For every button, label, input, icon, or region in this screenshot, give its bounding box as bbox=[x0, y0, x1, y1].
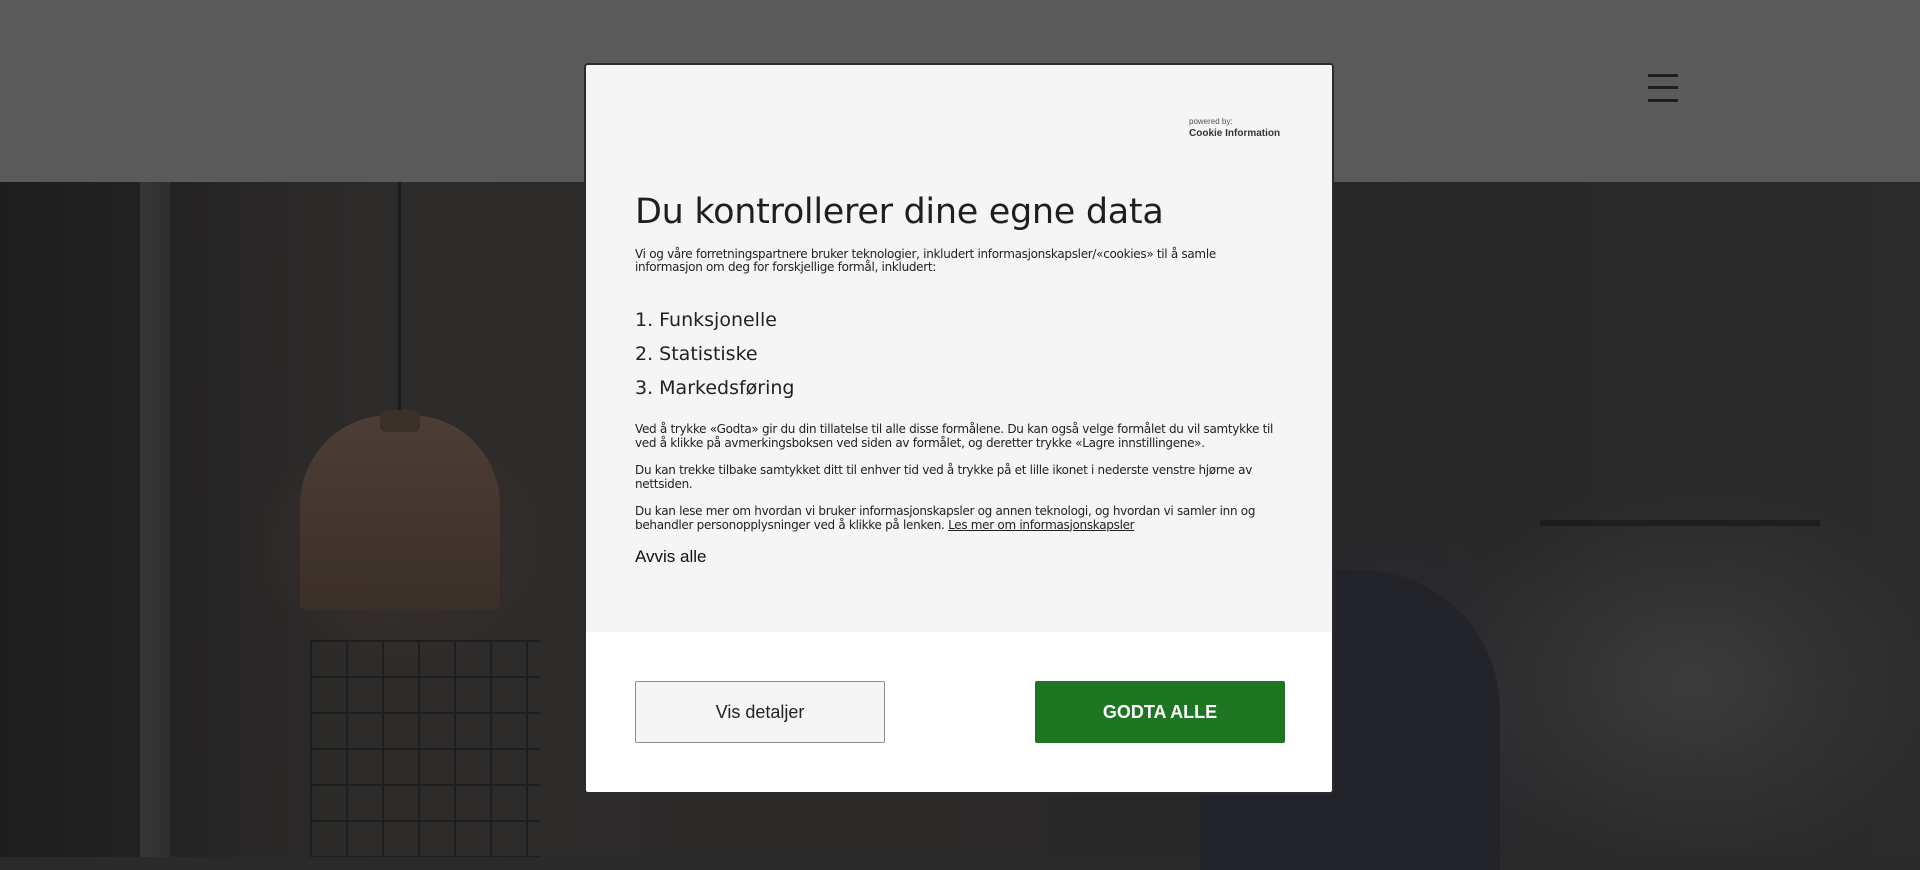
dialog-title: Du kontrollerer dine egne data bbox=[635, 192, 1164, 232]
show-details-button[interactable]: Vis detaljer bbox=[635, 681, 885, 743]
withdraw-paragraph: Du kan trekke tilbake samtykket ditt til… bbox=[635, 463, 1253, 491]
consent-paragraph: Ved å trykke «Godta» gir du din tillatel… bbox=[635, 422, 1274, 450]
purpose-list: 1. Funksjonelle 2. Statistiske 3. Marked… bbox=[635, 303, 795, 405]
dialog-intro: Vi og våre forretningspartnere bruker te… bbox=[635, 247, 1216, 274]
reject-all-button[interactable]: Avvis alle bbox=[635, 547, 707, 567]
hero-lamp-cap bbox=[380, 410, 420, 432]
accept-all-button[interactable]: GODTA ALLE bbox=[1035, 681, 1285, 743]
hero-rack bbox=[1540, 520, 1820, 786]
powered-by-label: powered by: bbox=[1189, 117, 1233, 126]
read-more-paragraph: Du kan lese mer om hvordan vi bruker inf… bbox=[635, 504, 1290, 532]
cookie-consent-dialog: powered by: Cookie Information Du kontro… bbox=[584, 63, 1334, 794]
hero-window-frame bbox=[140, 182, 170, 857]
hamburger-menu-icon[interactable] bbox=[1648, 72, 1678, 104]
purpose-item-statistics: 2. Statistiske bbox=[635, 343, 758, 365]
read-more-text: Du kan lese mer om hvordan vi bruker inf… bbox=[635, 504, 1256, 532]
hero-grid-shelf bbox=[310, 640, 540, 857]
purpose-item-marketing: 3. Markedsføring bbox=[635, 377, 795, 399]
cookie-dialog-body: powered by: Cookie Information Du kontro… bbox=[586, 65, 1332, 632]
powered-by-logo: powered by: Cookie Information bbox=[1189, 117, 1280, 140]
purpose-item-functional: 1. Funksjonelle bbox=[635, 309, 777, 331]
hero-lamp bbox=[300, 415, 500, 610]
powered-by-brand: Cookie Information bbox=[1189, 128, 1281, 139]
hero-lamp-cord bbox=[398, 182, 401, 422]
read-more-link[interactable]: Les mer om informasjonskapsler bbox=[948, 518, 1135, 532]
